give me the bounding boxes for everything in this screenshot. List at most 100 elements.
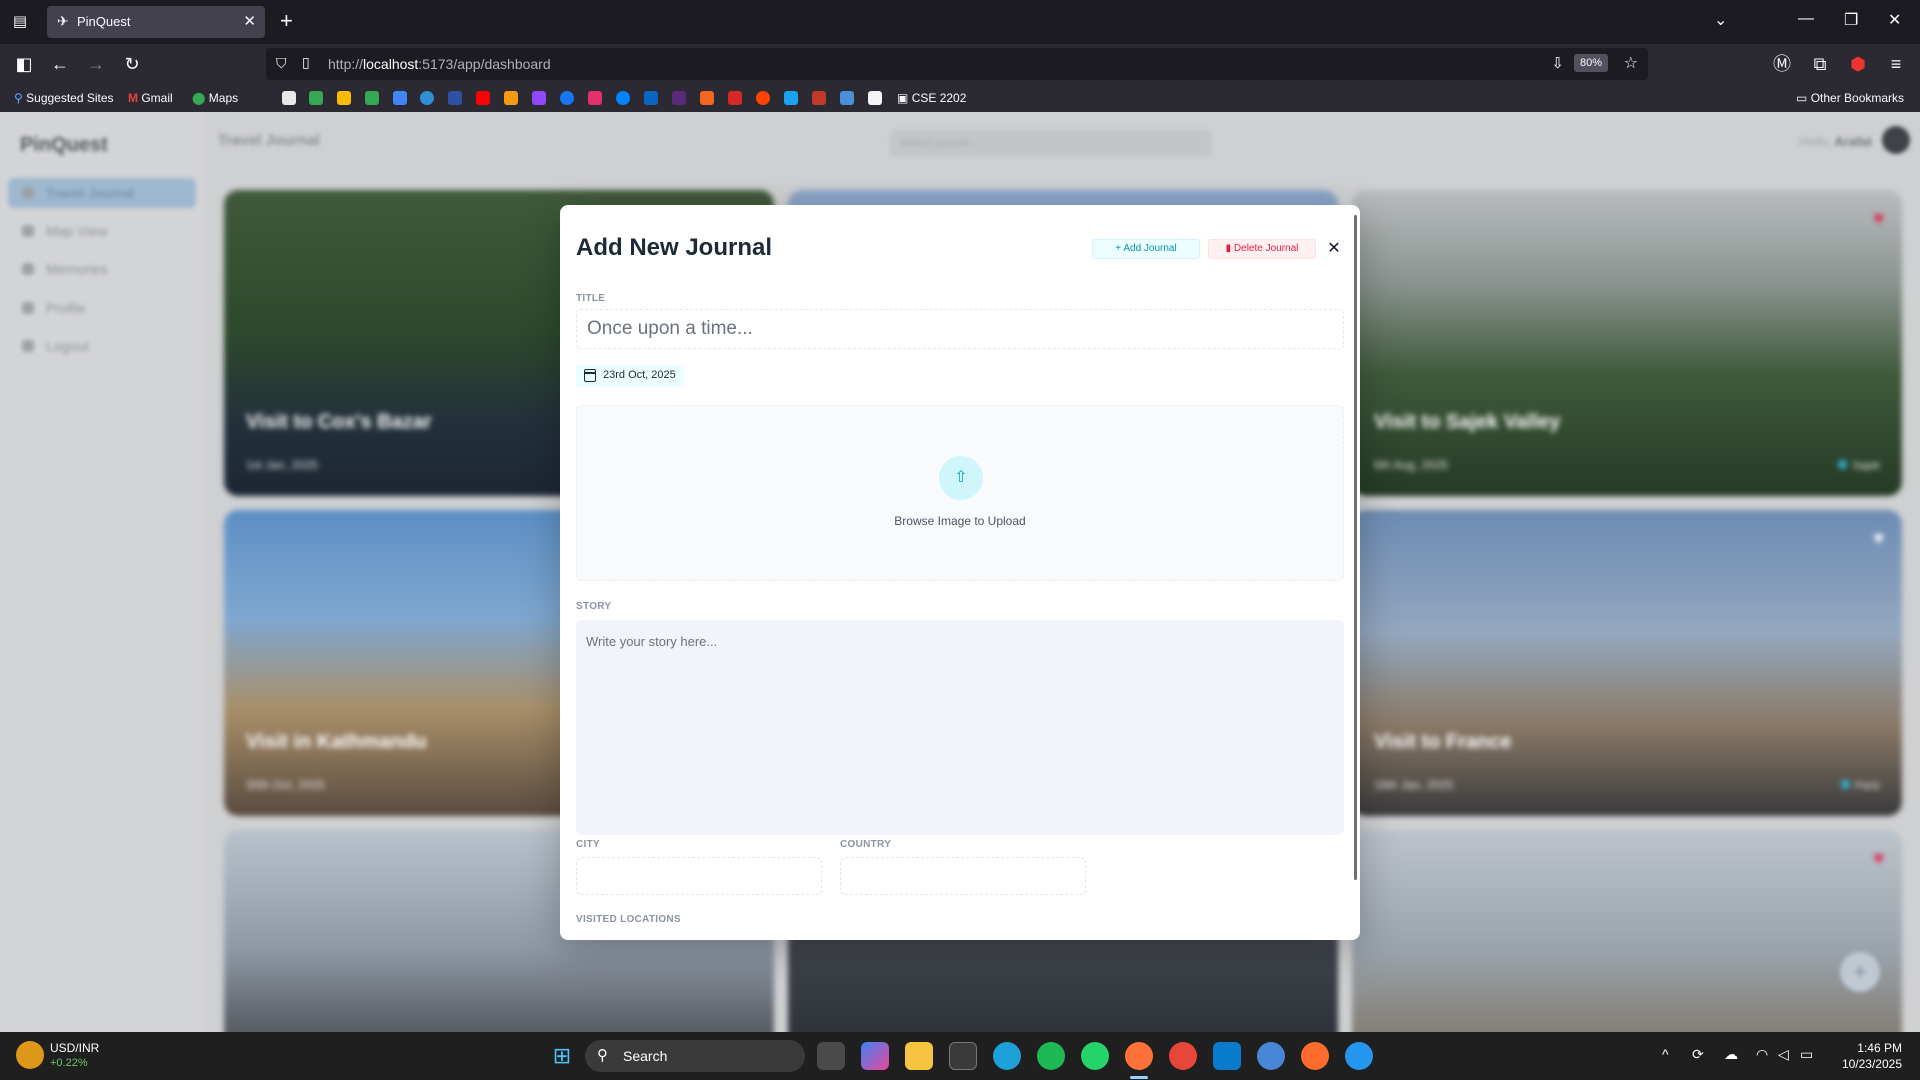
bookmark-site-icon[interactable] (420, 91, 434, 105)
heart-icon[interactable]: ♥ (1873, 528, 1884, 549)
bookmark-twitch-icon[interactable] (532, 91, 546, 105)
chevron-up-icon[interactable]: ^ (1662, 1046, 1669, 1062)
bookmark-site-icon[interactable] (700, 91, 714, 105)
image-upload-area[interactable]: ⇧ Browse Image to Upload (576, 405, 1344, 581)
vscode-icon[interactable] (1213, 1042, 1241, 1070)
store-icon[interactable] (949, 1042, 977, 1070)
bookmark-drive-icon[interactable] (309, 91, 323, 105)
system-clock[interactable]: 1:46 PM 10/23/2025 (1842, 1040, 1902, 1072)
forward-icon[interactable]: → (84, 52, 108, 76)
bookmark-messenger-icon[interactable] (616, 91, 630, 105)
close-icon[interactable]: ✕ (1324, 239, 1344, 259)
bookmark-instagram-icon[interactable] (588, 91, 602, 105)
minimize-button[interactable]: — (1798, 10, 1814, 28)
sidebar-toggle-icon[interactable]: ◧ (12, 52, 36, 76)
close-window-button[interactable]: ✕ (1888, 10, 1901, 30)
cloud-icon[interactable]: ☁ (1724, 1046, 1738, 1063)
volume-icon[interactable]: ◁ (1778, 1046, 1789, 1063)
battery-icon[interactable]: ▭ (1800, 1046, 1813, 1063)
firefox-icon[interactable] (1125, 1042, 1153, 1070)
bookmark-site-icon[interactable] (868, 91, 882, 105)
copilot-icon[interactable] (861, 1042, 889, 1070)
journal-card[interactable]: ♥ Visit to Sajek Valley 6th Aug, 2025 Sa… (1352, 190, 1902, 496)
story-textarea[interactable]: Write your story here... (576, 620, 1344, 835)
download-icon[interactable]: ⇩ (1551, 54, 1564, 72)
sidebar-item-profile[interactable]: Profile (8, 293, 196, 323)
date-picker-button[interactable]: 23rd Oct, 2025 (576, 365, 684, 387)
bookmark-suggested-sites[interactable]: ⚲ Suggested Sites (14, 91, 114, 105)
tab-overflow-chevron-icon[interactable]: ⌄ (1714, 10, 1727, 30)
currency-widget-icon[interactable] (16, 1041, 44, 1069)
chrome-icon[interactable] (1169, 1042, 1197, 1070)
account-icon[interactable]: Ⓜ (1770, 52, 1794, 76)
windows-taskbar: USD/INR +0.22% ⊞ ⚲ Search ^ ⟳ ☁ ◠ ◁ ▭ 1:… (0, 1032, 1920, 1080)
url-text[interactable]: http://localhost:5173/app/dashboard (328, 56, 551, 72)
spotify-icon[interactable] (1037, 1042, 1065, 1070)
restore-button[interactable]: ❐ (1844, 10, 1858, 30)
bookmark-mal-icon[interactable] (448, 91, 462, 105)
bookmark-twitter-icon[interactable] (784, 91, 798, 105)
bookmark-reddit-icon[interactable] (756, 91, 770, 105)
postman-icon[interactable] (1301, 1042, 1329, 1070)
sidebar-item-travel-journal[interactable]: Travel Journal (8, 178, 196, 208)
close-tab-icon[interactable]: ✕ (243, 12, 256, 30)
sidebar-item-map-view[interactable]: Map View (8, 216, 196, 246)
search-input[interactable]: search journal... (890, 129, 1212, 157)
city-input[interactable] (576, 857, 822, 895)
upload-icon[interactable]: ⇧ (939, 456, 983, 500)
reload-icon[interactable]: ↻ (120, 52, 144, 76)
heart-icon[interactable]: ♥ (1873, 208, 1884, 229)
whatsapp-icon[interactable] (1081, 1042, 1109, 1070)
ublock-icon[interactable]: ⬢ (1846, 52, 1870, 76)
bookmark-site-icon[interactable] (504, 91, 518, 105)
bookmark-drive-icon[interactable] (365, 91, 379, 105)
bookmark-youtube-icon[interactable] (476, 91, 490, 105)
sync-icon[interactable]: ⟳ (1692, 1046, 1704, 1063)
task-view-icon[interactable] (817, 1042, 845, 1070)
bookmark-facebook-icon[interactable] (560, 91, 574, 105)
heart-icon[interactable]: ♥ (1873, 848, 1884, 869)
bookmark-drive-icon[interactable] (337, 91, 351, 105)
bookmark-linkedin-icon[interactable] (644, 91, 658, 105)
delete-journal-button[interactable]: ▮ Delete Journal (1208, 239, 1316, 259)
journal-card[interactable]: ♥ Visit to France 18th Jan, 2025 Paris (1352, 510, 1902, 816)
bookmark-star-icon[interactable]: ☆ (1624, 53, 1638, 73)
shield-icon[interactable]: ⛉ (276, 55, 287, 72)
other-bookmarks[interactable]: ▭ Other Bookmarks (1796, 91, 1904, 105)
sidebar-item-logout[interactable]: Logout (8, 331, 196, 361)
docker-icon[interactable] (1345, 1042, 1373, 1070)
edge-icon[interactable] (993, 1042, 1021, 1070)
sidebar-item-memories[interactable]: Memories (8, 254, 196, 284)
bookmark-site-icon[interactable] (728, 91, 742, 105)
wifi-icon[interactable]: ◠ (1756, 1046, 1768, 1063)
add-journal-fab[interactable]: + (1840, 952, 1880, 992)
bookmark-drive-icon[interactable] (393, 91, 407, 105)
extensions-icon[interactable]: ⧉ (1808, 52, 1832, 76)
bookmark-openai-icon[interactable] (282, 91, 296, 105)
zoom-level[interactable]: 80% (1573, 54, 1608, 72)
ticker-name[interactable]: USD/INR (50, 1041, 99, 1055)
file-explorer-icon[interactable] (905, 1042, 933, 1070)
bookmark-site-icon[interactable] (812, 91, 826, 105)
windows-start-icon[interactable]: ⊞ (548, 1042, 576, 1070)
bookmark-chart-icon[interactable] (840, 91, 854, 105)
taskbar-search[interactable]: ⚲ Search (585, 1040, 805, 1072)
avatar[interactable] (1882, 126, 1910, 154)
journal-card[interactable]: ♥ (1352, 830, 1902, 1032)
bookmark-site-icon[interactable] (672, 91, 686, 105)
upload-text: Browse Image to Upload (894, 514, 1026, 528)
bookmark-gmail[interactable]: M Gmail (128, 91, 173, 105)
add-journal-button[interactable]: + Add Journal (1092, 239, 1200, 259)
country-input[interactable] (840, 857, 1086, 895)
browser-tab[interactable]: ✈ PinQuest ✕ (47, 6, 265, 38)
back-icon[interactable]: ← (48, 52, 72, 76)
menu-icon[interactable]: ≡ (1884, 52, 1908, 76)
new-tab-button[interactable]: + (280, 9, 293, 33)
modal-scrollbar[interactable] (1354, 215, 1357, 880)
address-bar[interactable]: ⛉ ▯ http://localhost:5173/app/dashboard … (266, 48, 1648, 80)
qbittorrent-icon[interactable] (1257, 1042, 1285, 1070)
bookmark-maps[interactable]: ⬤ Maps (192, 91, 238, 105)
bookmark-cse-2202[interactable]: ▣ CSE 2202 (897, 91, 966, 105)
title-input[interactable]: Once upon a time... (576, 309, 1344, 349)
tab-list-icon[interactable]: ▤ (10, 12, 30, 32)
